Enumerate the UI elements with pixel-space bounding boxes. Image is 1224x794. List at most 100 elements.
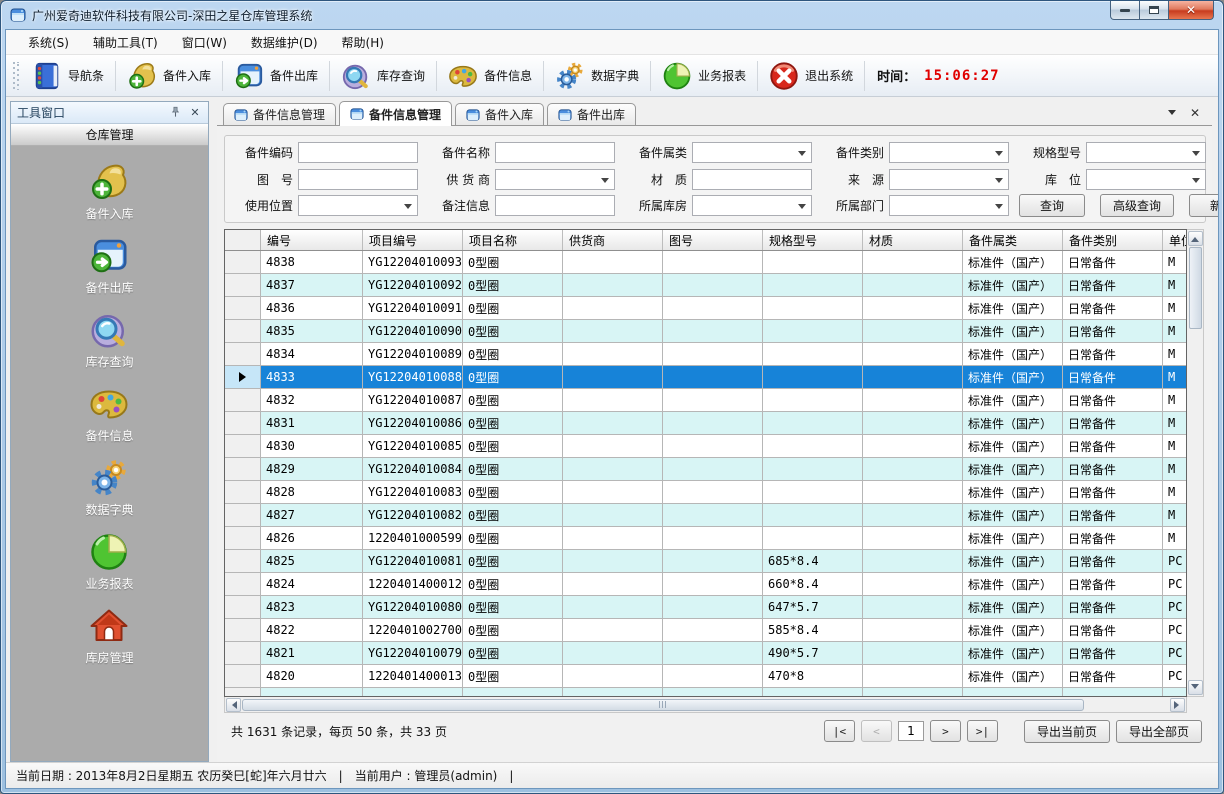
table-row[interactable]: 4821YG122040100790型圈490*5.7标准件（国产）日常备件PC [225, 642, 1186, 665]
part-genus-select[interactable] [692, 142, 812, 163]
remark-input[interactable] [495, 195, 615, 216]
page-number-input[interactable] [898, 721, 924, 741]
cell: 日常备件 [1063, 343, 1163, 365]
table-row[interactable]: 4823YG122040100800型圈647*5.7标准件（国产）日常备件PC [225, 596, 1186, 619]
table-row[interactable]: 4832YG122040100870型圈标准件（国产）日常备件M [225, 389, 1186, 412]
export-current-page-button[interactable]: 导出当前页 [1024, 720, 1110, 743]
material-input[interactable] [692, 169, 812, 190]
table-row[interactable]: 4838YG122040100930型圈标准件（国产）日常备件M [225, 251, 1186, 274]
cell [563, 688, 663, 696]
toolbar-button-exit-system[interactable]: 退出系统 [760, 58, 862, 94]
sidebar-item-warehouse-mgmt[interactable]: 库房管理 [85, 606, 133, 666]
use-position-select[interactable] [298, 195, 418, 216]
row-selector-header[interactable] [225, 230, 261, 250]
tab-close-icon[interactable]: ✕ [1190, 107, 1200, 119]
table-row-selected[interactable]: 4833YG122040100880型圈标准件（国产）日常备件M [225, 366, 1186, 389]
sidebar-item-parts-inbound[interactable]: 备件入库 [85, 162, 133, 222]
toolbar-button-parts-outbound[interactable]: 备件出库 [225, 58, 327, 94]
part-class-select[interactable] [889, 142, 1009, 163]
toolbar-button-business-report[interactable]: 业务报表 [653, 58, 755, 94]
bin-location-select[interactable] [1086, 169, 1206, 190]
table-row[interactable]: 4836YG122040100910型圈标准件（国产）日常备件M [225, 297, 1186, 320]
source-select[interactable] [889, 169, 1009, 190]
table-row[interactable]: 482412204014000120型圈660*8.4标准件（国产）日常备件PC [225, 573, 1186, 596]
menu-item-system[interactable]: 系统(S) [16, 30, 81, 55]
drawing-no-input[interactable] [298, 169, 418, 190]
table-row[interactable]: 4825YG122040100810型圈685*8.4标准件（国产）日常备件PC [225, 550, 1186, 573]
column-header-2[interactable]: 项目名称 [463, 230, 563, 250]
panel-splitter[interactable] [209, 101, 217, 762]
column-header-1[interactable]: 项目编号 [363, 230, 463, 250]
toolbar-button-parts-info[interactable]: 备件信息 [439, 58, 541, 94]
column-header-7[interactable]: 备件属类 [963, 230, 1063, 250]
column-header-8[interactable]: 备件类别 [1063, 230, 1163, 250]
department-select[interactable] [889, 195, 1009, 216]
part-name-input[interactable] [495, 142, 615, 163]
toolbar-button-stock-query[interactable]: 库存查询 [332, 58, 434, 94]
sidebar-section-header[interactable]: 仓库管理 [11, 124, 208, 146]
table-row[interactable]: 4835YG122040100900型圈标准件（国产）日常备件M [225, 320, 1186, 343]
spec-model-select[interactable] [1086, 142, 1206, 163]
close-button[interactable]: ✕ [1168, 1, 1214, 20]
table-row[interactable]: 482612204010005990型圈标准件（国产）日常备件M [225, 527, 1186, 550]
tab-2[interactable]: 备件入库 [455, 103, 544, 125]
table-row[interactable]: 4837YG122040100920型圈标准件（国产）日常备件M [225, 274, 1186, 297]
menu-item-window[interactable]: 窗口(W) [170, 30, 239, 55]
prev-page-button[interactable]: < [861, 720, 892, 742]
scroll-up-button[interactable] [1188, 231, 1203, 246]
sidebar-item-business-report[interactable]: 业务报表 [85, 532, 133, 592]
horizontal-scroll-thumb[interactable] [242, 699, 1084, 711]
table-row[interactable]: 4831YG122040100860型圈标准件（国产）日常备件M [225, 412, 1186, 435]
sidebar-item-parts-outbound[interactable]: 备件出库 [85, 236, 133, 296]
scroll-right-button[interactable] [1170, 698, 1185, 712]
column-header-0[interactable]: 编号 [261, 230, 363, 250]
menu-item-data-maintenance[interactable]: 数据维护(D) [239, 30, 330, 55]
cell [763, 688, 863, 696]
sidebar-item-data-dictionary[interactable]: 数据字典 [85, 458, 133, 518]
part-code-input[interactable] [298, 142, 418, 163]
menu-item-tools[interactable]: 辅助工具(T) [81, 30, 170, 55]
sidebar-item-parts-info[interactable]: 备件信息 [85, 384, 133, 444]
table-row[interactable]: 482212204010027000型圈585*8.4标准件（国产）日常备件PC [225, 619, 1186, 642]
column-header-9[interactable]: 单位 [1163, 230, 1187, 250]
column-header-5[interactable]: 规格型号 [763, 230, 863, 250]
column-header-6[interactable]: 材质 [863, 230, 963, 250]
table-row-partial[interactable] [225, 688, 1186, 696]
query-button[interactable]: 查询 [1019, 194, 1085, 217]
first-page-button[interactable]: |< [824, 720, 855, 742]
export-all-pages-button[interactable]: 导出全部页 [1116, 720, 1202, 743]
horizontal-scrollbar[interactable] [224, 697, 1187, 713]
table-row[interactable]: 4830YG122040100850型圈标准件（国产）日常备件M [225, 435, 1186, 458]
table-row[interactable]: 482012204014000130型圈470*8标准件（国产）日常备件PC [225, 665, 1186, 688]
tab-1-active[interactable]: 备件信息管理 [339, 101, 452, 126]
toolbar-grip[interactable] [13, 62, 20, 90]
warehouse-select[interactable] [692, 195, 812, 216]
table-row[interactable]: 4834YG122040100890型圈标准件（国产）日常备件M [225, 343, 1186, 366]
scroll-left-button[interactable] [226, 698, 241, 712]
last-page-button[interactable]: >| [967, 720, 998, 742]
tab-list-dropdown-icon[interactable] [1168, 110, 1176, 119]
maximize-button[interactable] [1139, 1, 1169, 20]
column-header-3[interactable]: 供货商 [563, 230, 663, 250]
scroll-down-button[interactable] [1188, 680, 1203, 695]
toolbar-button-parts-inbound[interactable]: 备件入库 [118, 58, 220, 94]
sidebar-item-stock-query[interactable]: 库存查询 [85, 310, 133, 370]
menu-item-help[interactable]: 帮助(H) [330, 30, 396, 55]
table-row[interactable]: 4828YG122040100830型圈标准件（国产）日常备件M [225, 481, 1186, 504]
toolbar-button-data-dictionary[interactable]: 数据字典 [546, 58, 648, 94]
pin-icon[interactable] [168, 106, 182, 120]
tab-3[interactable]: 备件出库 [547, 103, 636, 125]
vertical-scrollbar[interactable] [1187, 229, 1204, 697]
table-row[interactable]: 4827YG122040100820型圈标准件（国产）日常备件M [225, 504, 1186, 527]
minimize-button[interactable] [1110, 1, 1140, 20]
vertical-scroll-thumb[interactable] [1189, 247, 1202, 329]
table-row[interactable]: 4829YG122040100840型圈标准件（国产）日常备件M [225, 458, 1186, 481]
next-page-button[interactable]: > [930, 720, 961, 742]
tab-0[interactable]: 备件信息管理 [223, 103, 336, 125]
supplier-select[interactable] [495, 169, 615, 190]
new-button[interactable]: 新建 [1189, 194, 1219, 217]
tool-window-close-icon[interactable]: ✕ [188, 106, 202, 120]
column-header-4[interactable]: 图号 [663, 230, 763, 250]
toolbar-button-navigation-bar[interactable]: 导航条 [23, 58, 113, 94]
advanced-query-button[interactable]: 高级查询 [1100, 194, 1174, 217]
